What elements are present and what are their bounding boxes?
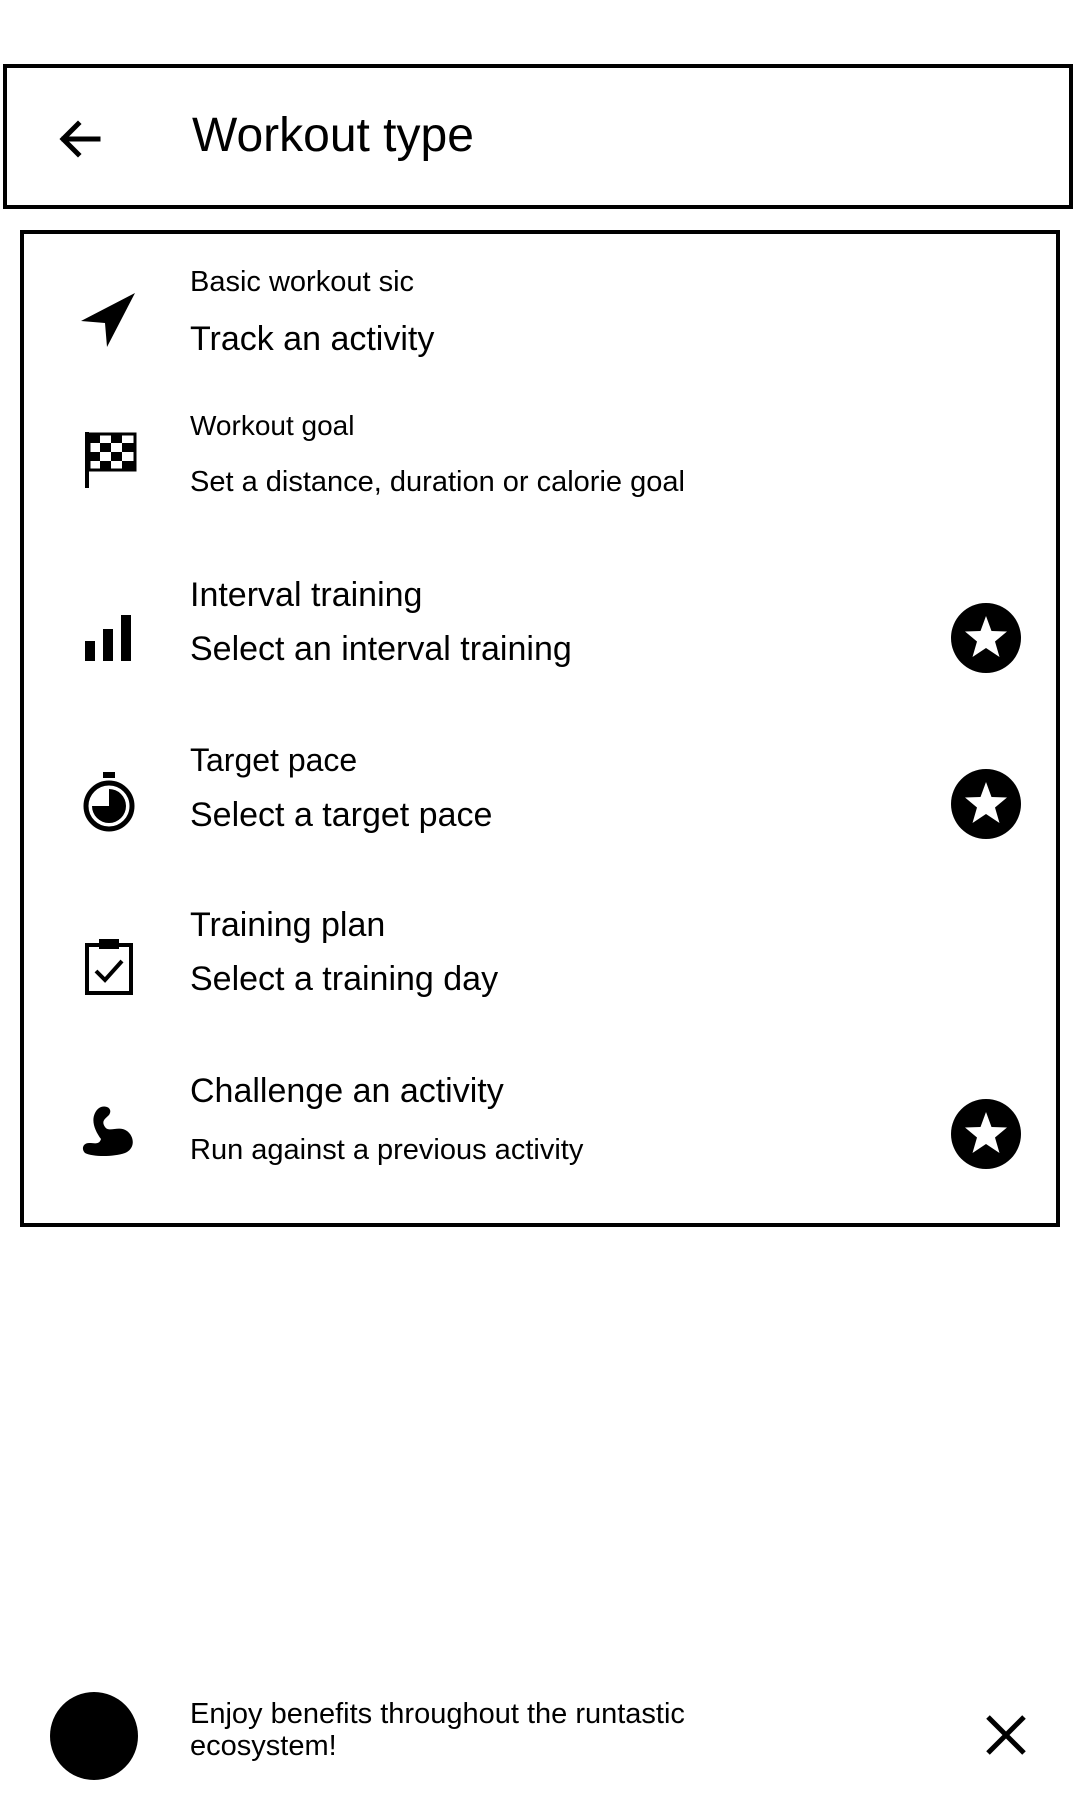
item-title: Training plan (190, 906, 386, 944)
app-bar: Workout type (3, 64, 1073, 209)
item-subtitle: Track an activity (190, 320, 435, 358)
star-icon (951, 1099, 1021, 1169)
premium-star-badge (950, 1098, 1022, 1170)
stopwatch-icon (74, 768, 144, 838)
list-item-interval-training[interactable]: Interval training Select an interval tra… (24, 566, 1056, 732)
list-item-training-plan[interactable]: Training plan Select a training day (24, 898, 1056, 1064)
star-icon (951, 603, 1021, 673)
item-subtitle: Set a distance, duration or calorie goal (190, 466, 685, 498)
workout-type-screen: Workout type Basic workout sic Track an … (0, 0, 1080, 1800)
page-title: Workout type (192, 109, 474, 162)
promo-avatar (50, 1692, 138, 1780)
star-icon (951, 769, 1021, 839)
checkered-flag-icon (74, 424, 144, 494)
item-subtitle: Select a target pace (190, 796, 493, 834)
close-icon (986, 1715, 1026, 1755)
premium-star-badge (950, 768, 1022, 840)
workout-type-list: Basic workout sic Track an activity Work… (20, 230, 1060, 1227)
premium-star-badge (950, 602, 1022, 674)
close-button[interactable] (978, 1707, 1034, 1763)
list-item-challenge-activity[interactable]: Challenge an activity Run against a prev… (24, 1064, 1056, 1230)
item-title: Interval training (190, 576, 423, 614)
item-title: Target pace (190, 742, 358, 778)
flexed-arm-icon (74, 1096, 144, 1166)
item-title: Challenge an activity (190, 1072, 504, 1110)
arrow-back-icon (59, 120, 101, 158)
clipboard-check-icon (74, 932, 144, 1002)
item-subtitle: Run against a previous activity (190, 1134, 584, 1166)
item-title: Workout goal (190, 410, 355, 441)
navigation-arrow-icon (74, 284, 144, 354)
item-subtitle: Select an interval training (190, 630, 572, 668)
bar-chart-icon (74, 602, 144, 672)
item-subtitle: Select a training day (190, 960, 499, 998)
list-item-workout-goal[interactable]: Workout goal Set a distance, duration or… (24, 400, 1056, 566)
back-button[interactable] (47, 106, 113, 172)
list-item-basic-workout[interactable]: Basic workout sic Track an activity (24, 234, 1056, 400)
list-item-target-pace[interactable]: Target pace Select a target pace (24, 732, 1056, 898)
promo-text: Enjoy benefits throughout the runtastic … (190, 1698, 685, 1762)
item-title: Basic workout sic (190, 266, 415, 298)
